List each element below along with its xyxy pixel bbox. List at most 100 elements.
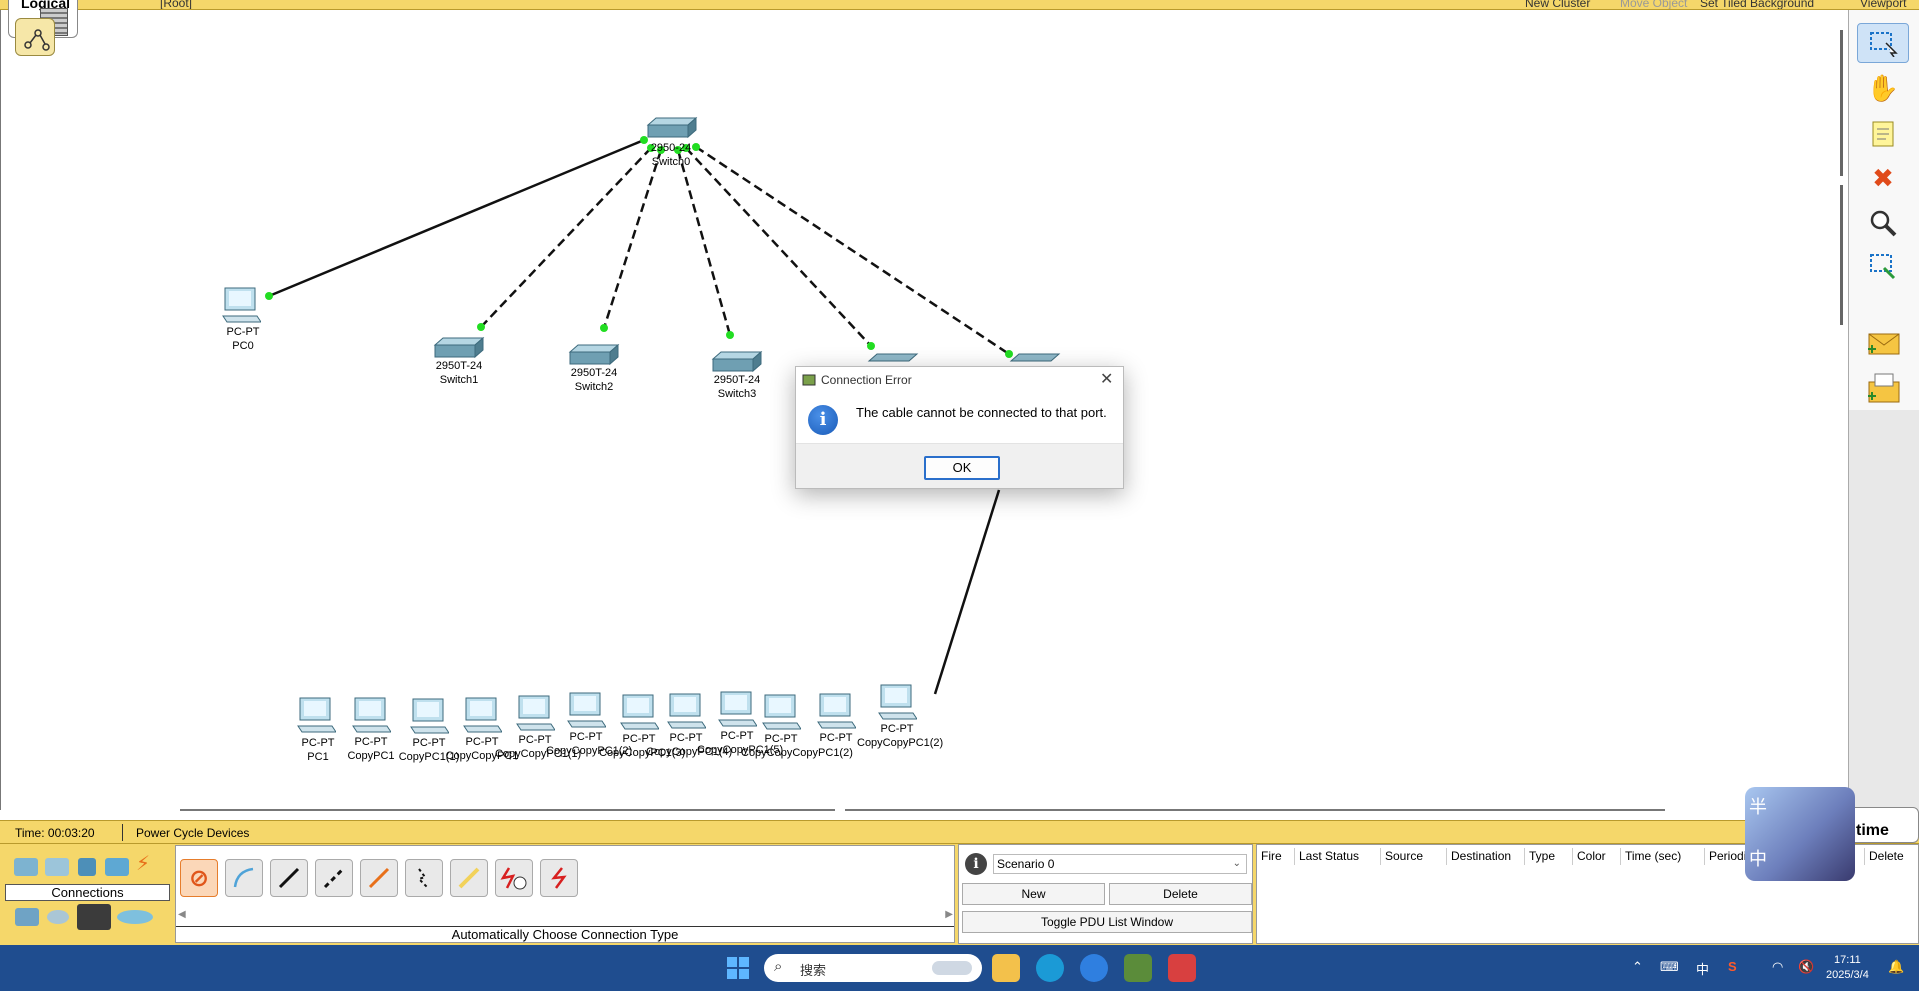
wan-cloud-icon[interactable] bbox=[47, 910, 69, 924]
magnifier-icon bbox=[1870, 210, 1897, 237]
set-tiled-background-button[interactable]: Set Tiled Background bbox=[1700, 0, 1814, 9]
console-cable-button[interactable] bbox=[225, 859, 263, 897]
connection-error-dialog: Connection Error ✕ i The cable cannot be… bbox=[795, 366, 1124, 489]
ime-indicator[interactable]: 中 bbox=[1696, 959, 1709, 978]
pdu-column-header[interactable]: Delete bbox=[1869, 849, 1904, 863]
hidden-switches bbox=[867, 353, 1061, 362]
file-explorer-icon[interactable] bbox=[992, 954, 1020, 982]
routers-icon[interactable] bbox=[15, 908, 39, 926]
auto-connection-button[interactable]: ⊘ bbox=[180, 859, 218, 897]
crossover-button[interactable] bbox=[315, 859, 353, 897]
pdu-column-header[interactable]: Destination bbox=[1451, 849, 1511, 863]
copy-pc-icon[interactable] bbox=[566, 691, 606, 729]
wireless-icon[interactable] bbox=[105, 858, 129, 876]
simulation-time: Time: 00:03:20 bbox=[15, 826, 95, 840]
custom-device-icon[interactable] bbox=[77, 904, 111, 930]
info-icon[interactable]: i bbox=[965, 853, 987, 875]
switch3-icon[interactable] bbox=[711, 349, 763, 375]
taskbar-search-input[interactable]: ⌕ 搜索 bbox=[764, 954, 982, 982]
new-scenario-button[interactable]: New bbox=[962, 883, 1105, 905]
link-switch0-switch4[interactable] bbox=[685, 147, 872, 347]
logical-view-icon[interactable] bbox=[15, 18, 55, 56]
power-cycle-devices-button[interactable]: Power Cycle Devices bbox=[136, 826, 249, 840]
copy-pc-icon[interactable] bbox=[761, 693, 801, 731]
add-simple-pdu-button[interactable] bbox=[1857, 323, 1909, 363]
pdu-column-header[interactable]: Fire bbox=[1261, 849, 1282, 863]
copy-pc-icon[interactable] bbox=[462, 696, 502, 734]
switch2-label: 2950T-24 Switch2 bbox=[570, 367, 618, 393]
copy-pc-icon[interactable] bbox=[666, 692, 706, 730]
connections-lightning-icon[interactable]: ⚡ bbox=[136, 854, 160, 874]
link-switch0-switch3[interactable] bbox=[676, 149, 732, 336]
zoom-tool-button[interactable] bbox=[1857, 203, 1909, 243]
keyboard-icon[interactable]: ⌨ bbox=[1660, 959, 1679, 975]
serial-dte-button[interactable] bbox=[540, 859, 578, 897]
switch1-icon[interactable] bbox=[433, 335, 485, 361]
packet-tracer-taskbar-icon[interactable] bbox=[1124, 954, 1152, 982]
toggle-pdu-list-button[interactable]: Toggle PDU List Window bbox=[962, 911, 1252, 933]
select-tool-button[interactable] bbox=[1857, 23, 1909, 63]
time-badge[interactable]: time bbox=[1845, 807, 1919, 843]
copy-pc-icon[interactable] bbox=[409, 697, 449, 735]
link-switch0-switch1[interactable] bbox=[480, 147, 652, 328]
connection-types-panel: ⊘ ◀ ▶ Automatically Choose Connection Typ… bbox=[175, 845, 955, 943]
add-complex-pdu-button[interactable] bbox=[1857, 368, 1909, 408]
bottom-panel: ⚡ Connections ⊘ ◀ ▶ Automatically Choose … bbox=[0, 844, 1919, 945]
phone-cable-button[interactable] bbox=[405, 859, 443, 897]
viewport-button[interactable]: Viewport bbox=[1860, 0, 1906, 9]
link-switch5-copypc[interactable] bbox=[933, 489, 1001, 695]
copy-pc-icon[interactable] bbox=[717, 690, 757, 728]
start-button[interactable] bbox=[727, 957, 749, 979]
taskbar-clock[interactable]: 17:11 2025/3/4 bbox=[1826, 953, 1869, 983]
straight-through-button[interactable] bbox=[270, 859, 308, 897]
copy-pc-icon[interactable] bbox=[351, 696, 391, 734]
pc0-label: PC-PT PC0 bbox=[226, 326, 260, 352]
close-icon[interactable]: ✕ bbox=[1100, 369, 1113, 389]
notification-bell-icon[interactable]: 🔔 bbox=[1888, 959, 1904, 975]
wifi-icon[interactable]: ◠ bbox=[1772, 959, 1783, 975]
pdu-column-header[interactable]: Time (sec) bbox=[1625, 849, 1681, 863]
inspect-hand-button[interactable]: ✋ bbox=[1857, 68, 1909, 108]
multiuser-cloud-icon[interactable] bbox=[117, 910, 153, 924]
ok-button[interactable]: OK bbox=[924, 456, 1000, 480]
copy-pc-icon[interactable] bbox=[877, 683, 917, 721]
pdu-column-header[interactable]: Type bbox=[1529, 849, 1555, 863]
root-breadcrumb[interactable]: [Root] bbox=[160, 0, 192, 9]
tray-chevron-up-icon[interactable]: ⌃ bbox=[1632, 959, 1643, 975]
switch2-icon[interactable] bbox=[568, 342, 620, 368]
switch0-icon[interactable] bbox=[646, 115, 698, 141]
move-object-button[interactable]: Move Object bbox=[1620, 0, 1687, 9]
serial-dce-button[interactable] bbox=[495, 859, 533, 897]
connection-tools-scrollbar[interactable]: ◀ ▶ bbox=[178, 909, 953, 921]
canvas-horizontal-scrollbar[interactable] bbox=[180, 808, 1680, 813]
pdu-column-header[interactable]: Source bbox=[1385, 849, 1423, 863]
fiber-button[interactable] bbox=[360, 859, 398, 897]
pc0-icon[interactable] bbox=[221, 286, 261, 324]
place-note-button[interactable] bbox=[1857, 114, 1909, 154]
copy-pc-icon[interactable] bbox=[816, 692, 856, 730]
delete-scenario-button[interactable]: Delete bbox=[1109, 883, 1252, 905]
pdu-column-header[interactable]: Last Status bbox=[1299, 849, 1359, 863]
scenario-select[interactable]: Scenario 0 ⌄ bbox=[993, 854, 1247, 874]
app-red-icon[interactable] bbox=[1168, 954, 1196, 982]
edge-ai-icon[interactable] bbox=[1080, 954, 1108, 982]
pc1-icon[interactable] bbox=[296, 696, 336, 734]
link-switch0-pc0[interactable] bbox=[268, 138, 645, 298]
ime-floating-widget[interactable]: 半 中 bbox=[1745, 787, 1855, 881]
components-icon[interactable] bbox=[78, 858, 96, 876]
copy-pc-icon[interactable] bbox=[619, 693, 659, 731]
network-devices-icon[interactable] bbox=[14, 858, 38, 876]
new-cluster-button[interactable]: New Cluster bbox=[1525, 0, 1590, 9]
volume-muted-icon[interactable]: 🔇 bbox=[1798, 959, 1814, 975]
canvas-vertical-scrollbar[interactable] bbox=[1838, 30, 1846, 325]
end-devices-icon[interactable] bbox=[45, 858, 69, 876]
link-switch0-switch2[interactable] bbox=[602, 149, 663, 329]
sogou-icon[interactable]: S bbox=[1728, 959, 1737, 974]
resize-shape-button[interactable] bbox=[1857, 247, 1909, 287]
edge-browser-icon[interactable] bbox=[1036, 954, 1064, 982]
delete-tool-button[interactable]: ✖ bbox=[1857, 158, 1909, 198]
coaxial-button[interactable] bbox=[450, 859, 488, 897]
copy-pc-icon[interactable] bbox=[515, 694, 555, 732]
pdu-column-header[interactable]: Color bbox=[1577, 849, 1606, 863]
link-switch0-switch5[interactable] bbox=[695, 145, 1010, 356]
